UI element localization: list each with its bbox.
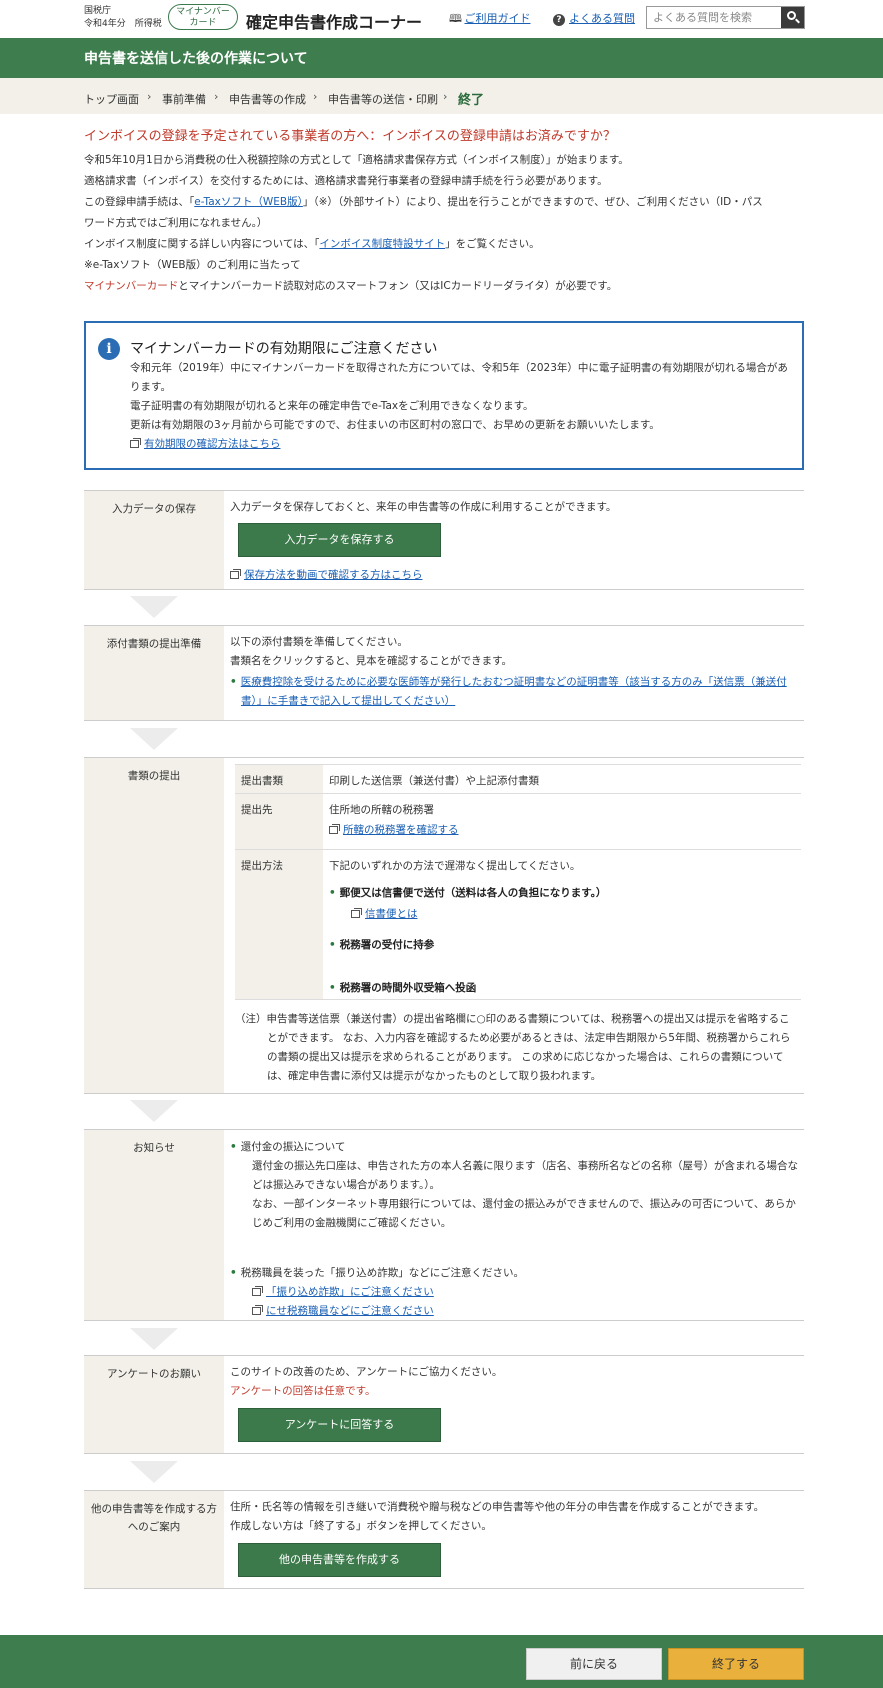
invoice-title: インボイスの登録を予定されている事業者の方へ：インボイスの登録申請はお済みですか… [84, 129, 616, 144]
section-label: 入力データの保存 [84, 491, 224, 589]
invoice-text: 適格請求書（インボイス）を交付するためには、適格請求書発行事業者の登録申請手続を… [84, 175, 608, 187]
invoice-text: ※e-Taxソフト（WEB版）のご利用に当たって [84, 259, 301, 271]
mynumber-card-badge: マイナンバー カード [168, 4, 238, 30]
chevron-right-icon: › [443, 90, 448, 103]
section-label: 他の申告書等を作成する方 へのご案内 [84, 1491, 224, 1588]
invoice-text: 令和5年10月1日から消費税の仕入税額控除の方式として「適格請求書保存方式（イン… [84, 154, 629, 166]
external-link-icon [252, 1286, 263, 1296]
other-section: 他の申告書等を作成する方 へのご案内 住所・氏名等の情報を引き継いで消費税や贈与… [84, 1490, 804, 1589]
breadcrumb-current: 終了 [458, 93, 485, 108]
breadcrumb-item: 申告書等の送信・印刷 [328, 93, 438, 106]
section-label: 書類の提出 [84, 758, 224, 1093]
chevron-right-icon: › [214, 90, 219, 103]
create-other-button[interactable]: 他の申告書等を作成する [238, 1543, 441, 1577]
invoice-text: インボイス制度に関する詳しい内容については、「インボイス制度特設サイト」をご覧く… [84, 238, 540, 250]
breadcrumb-item: 事前準備 [162, 93, 206, 106]
site-title: 確定申告書作成コーナー [246, 13, 423, 32]
search-box [646, 6, 805, 29]
info-icon: i [98, 338, 120, 360]
end-button[interactable]: 終了する [668, 1648, 804, 1680]
chevron-right-icon: › [147, 90, 152, 103]
section-label: アンケートのお願い [84, 1356, 224, 1453]
breadcrumb-item: 申告書等の作成 [229, 93, 306, 106]
guide-link[interactable]: ご利用ガイド [465, 12, 531, 25]
agency-name: 国税庁 [84, 6, 112, 16]
table-row: 提出先 住所地の所轄の税務署 所轄の税務署を確認する [235, 794, 801, 850]
guide-link-wrap: 🕮 ご利用ガイド [449, 10, 531, 29]
notice-text: 令和元年（2019年）中にマイナンバーカードを取得された方については、令和5年（… [130, 362, 788, 450]
fraud-warning-link[interactable]: 「振り込め詐欺」にご注意ください [266, 1286, 434, 1298]
faq-link-wrap: ? よくある質問 [553, 10, 635, 26]
notice-title: マイナンバーカードの有効期限にご注意ください [130, 341, 438, 357]
site-header: 国税庁 令和4年分 所得税 マイナンバー カード 確定申告書作成コーナー 🕮 ご… [0, 0, 883, 38]
card-expiry-notice: i マイナンバーカードの有効期限にご注意ください 令和元年（2019年）中にマイ… [84, 321, 804, 470]
survey-button[interactable]: アンケートに回答する [238, 1408, 441, 1442]
etax-web-link[interactable]: e-Taxソフト（WEB版） [194, 196, 303, 208]
invoice-text: マイナンバーカードとマイナンバーカード読取対応のスマートフォン（又はICカードリ… [84, 280, 618, 292]
external-link-icon [230, 569, 241, 579]
medical-certificate-link[interactable]: 医療費控除を受けるために必要な医師等が発行したおむつ証明書などの証明書等（該当す… [241, 676, 787, 688]
letter-delivery-link[interactable]: 信書便とは [365, 908, 418, 920]
tax-office-link[interactable]: 所轄の税務署を確認する [343, 824, 459, 836]
breadcrumb-item: トップ画面 [84, 93, 139, 106]
mynumber-card-text: マイナンバーカード [84, 280, 179, 292]
step-arrow-icon [130, 1461, 178, 1483]
step-arrow-icon [130, 596, 178, 618]
invoice-text: ワード方式ではご利用になれません。） [84, 217, 268, 229]
page-title: 申告書を送信した後の作業について [0, 38, 883, 78]
invoice-site-link[interactable]: インボイス制度特設サイト [319, 238, 445, 250]
search-button[interactable] [781, 7, 804, 28]
fiscal-year: 令和4年分 所得税 [84, 19, 162, 29]
attach-section: 添付書類の提出準備 以下の添付書類を準備してください。 書類名をクリックすると、… [84, 625, 804, 721]
search-input[interactable] [647, 7, 782, 28]
faq-link[interactable]: よくある質問 [569, 12, 635, 25]
expiry-check-link[interactable]: 有効期限の確認方法はこちら [144, 438, 281, 450]
agency-info: 国税庁 令和4年分 所得税 [84, 5, 162, 31]
question-icon: ? [553, 14, 565, 26]
chevron-right-icon: › [313, 90, 318, 103]
external-link-icon [329, 824, 340, 834]
save-text: 入力データを保存しておくと、来年の申告書等の作成に利用することができます。 [230, 501, 617, 513]
section-label: 添付書類の提出準備 [84, 626, 224, 720]
external-link-icon [130, 438, 141, 448]
save-section: 入力データの保存 入力データを保存しておくと、来年の申告書等の作成に利用すること… [84, 490, 804, 590]
survey-section: アンケートのお願い このサイトの改善のため、アンケートにご協力ください。 アンケ… [84, 1355, 804, 1454]
step-arrow-icon [130, 1328, 178, 1350]
breadcrumb: トップ画面 › 事前準備 › 申告書等の作成 › 申告書等の送信・印刷 › 終了 [0, 78, 883, 114]
fake-officer-link[interactable]: にせ税務職員などにご注意ください [266, 1305, 434, 1317]
step-arrow-icon [130, 1100, 178, 1122]
save-data-button[interactable]: 入力データを保存する [238, 523, 441, 557]
info-section: お知らせ • 還付金の振込について 還付金の振込先口座は、申告された方の本人名義に… [84, 1129, 804, 1321]
step-arrow-icon [130, 728, 178, 750]
submission-note: （注）申告書等送信票（兼送付書）の提出省略欄に○印のある書類については、税務署へ… [235, 1013, 791, 1082]
table-row: 提出書類 印刷した送信票（兼送付書）や上記添付書類 [235, 764, 801, 794]
book-icon: 🕮 [449, 12, 462, 25]
table-row: 提出方法 下記のいずれかの方法で遅滞なく提出してください。 • 郵便又は信書便で送… [235, 850, 801, 1000]
section-label: お知らせ [84, 1130, 224, 1320]
save-video-link[interactable]: 保存方法を動画で確認する方はこちら [244, 569, 423, 581]
submit-section: 書類の提出 提出書類 印刷した送信票（兼送付書）や上記添付書類 提出先 住所地の… [84, 757, 804, 1094]
external-link-icon [252, 1305, 263, 1315]
external-link-icon [351, 908, 362, 918]
back-button[interactable]: 前に戻る [526, 1648, 662, 1680]
invoice-text: この登録申請手続は、「e-Taxソフト（WEB版）」（※）（外部サイト）により、… [84, 196, 763, 208]
